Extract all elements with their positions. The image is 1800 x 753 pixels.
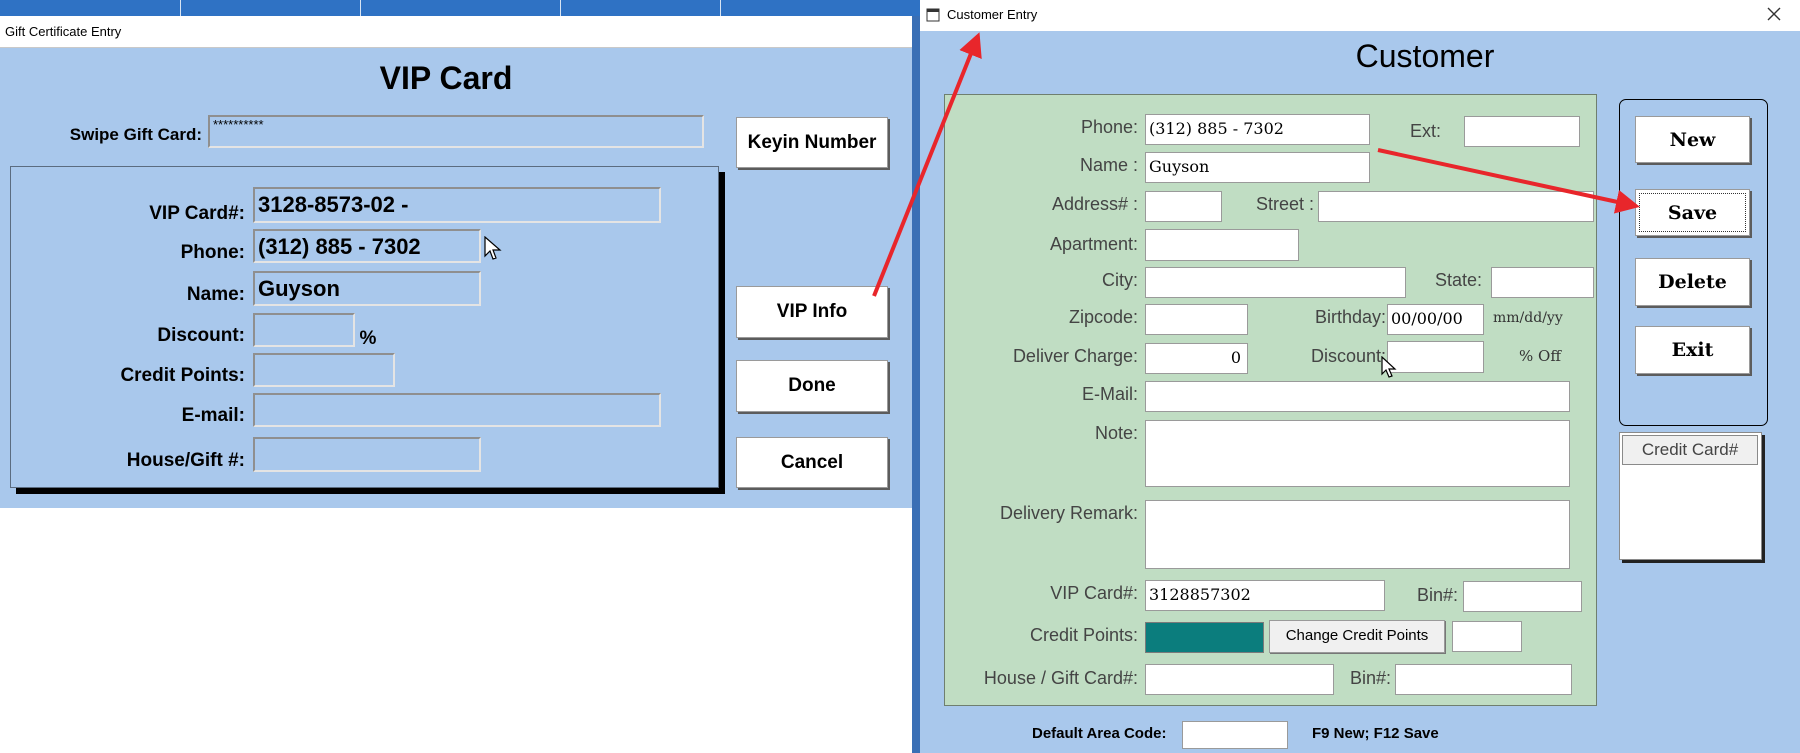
annotation-arrow-to-title (872, 32, 982, 297)
annotation-arrow-to-save (1377, 148, 1640, 214)
annotation-arrows (872, 32, 1640, 297)
